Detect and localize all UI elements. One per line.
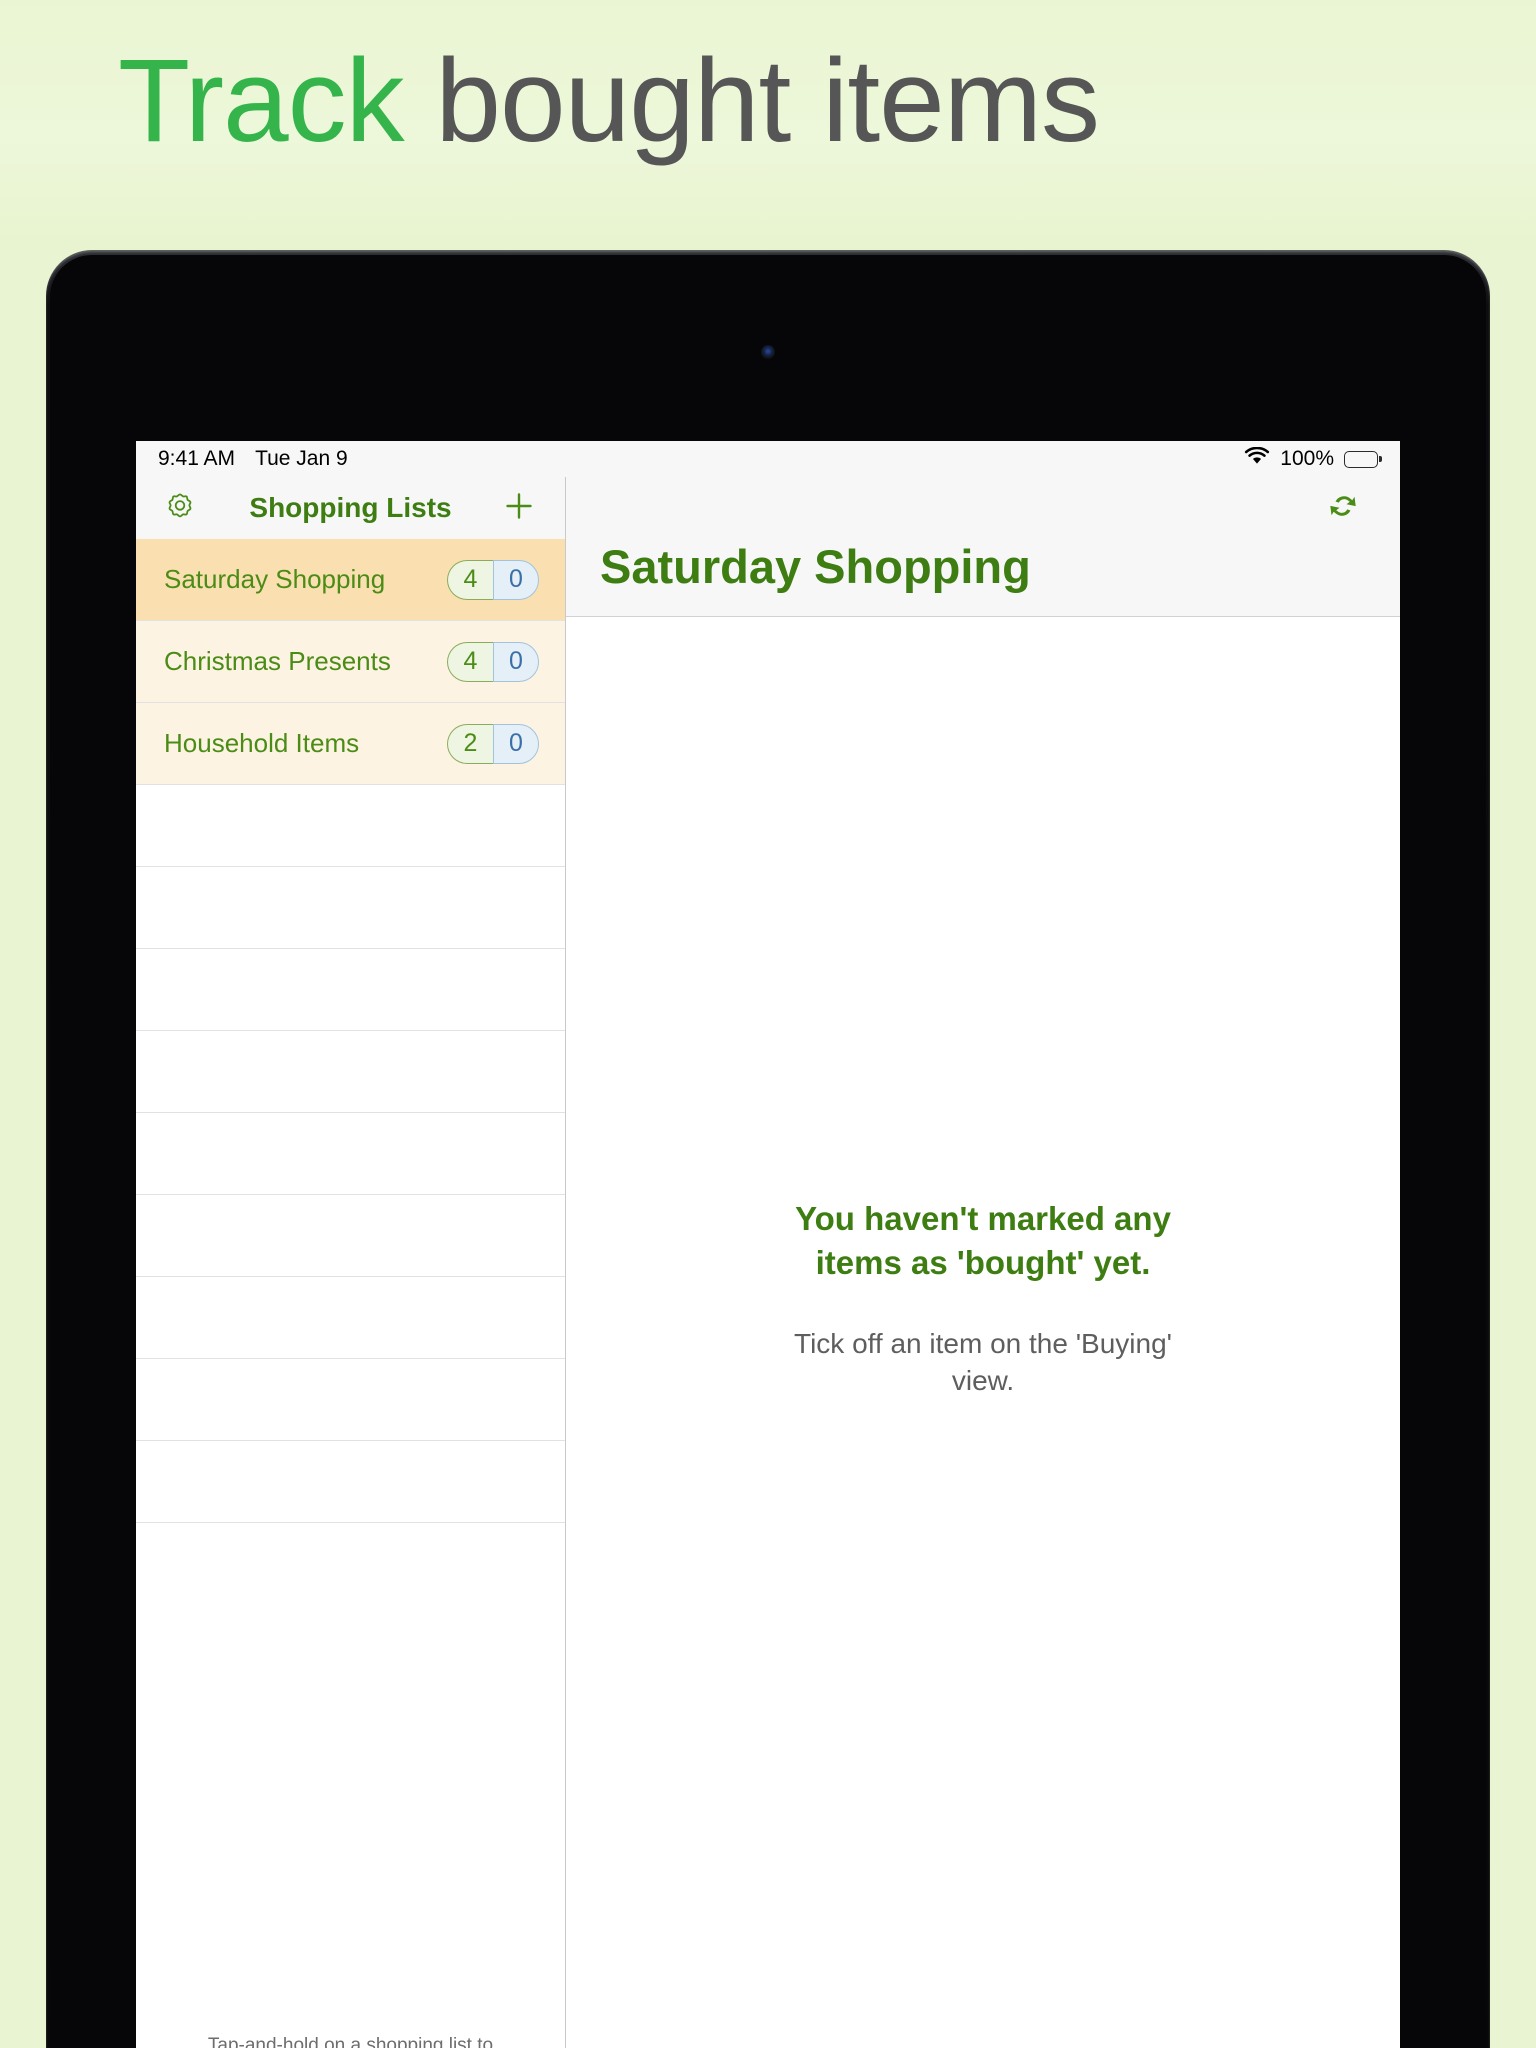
bought-count: 0 <box>493 641 539 682</box>
battery-percent-label: 100% <box>1280 447 1334 470</box>
status-time: 9:41 AM <box>158 447 236 470</box>
detail-pane: Saturday Shopping You haven't marked any… <box>566 477 1400 2048</box>
detail-navbar <box>566 477 1400 539</box>
status-bar-left: 9:41 AM Tue Jan 9 <box>158 447 348 471</box>
settings-button[interactable] <box>162 490 198 526</box>
promo-headline-accent: Track <box>118 35 405 167</box>
item-count-badge: 40 <box>447 641 539 682</box>
bought-count: 0 <box>493 559 539 600</box>
shopping-list-name: Christmas Presents <box>164 646 391 676</box>
plus-icon <box>502 489 536 528</box>
promo-headline: Track bought items <box>118 28 1100 176</box>
empty-list-row <box>136 1195 565 1277</box>
shopping-list-name: Saturday Shopping <box>164 564 386 594</box>
empty-state-title: You haven't marked any items as 'bought'… <box>795 1200 1171 1281</box>
empty-list-row <box>136 1359 565 1441</box>
tablet-device: 9:41 AM Tue Jan 9 100% Shopping Lists Sa… <box>46 250 1490 2048</box>
empty-list-row <box>136 949 565 1031</box>
empty-list-row <box>136 1031 565 1113</box>
promo-banner: Track bought items <box>0 0 1536 250</box>
sync-icon <box>1323 486 1363 531</box>
empty-state-subtitle: Tick off an item on the 'Buying' view. <box>794 1328 1172 1397</box>
sidebar-navbar: Shopping Lists <box>136 477 565 539</box>
split-view: Shopping Lists Saturday Shopping 4 0 Christ… <box>136 477 1400 2048</box>
tablet-bezel: 9:41 AM Tue Jan 9 100% Shopping Lists Sa… <box>50 255 1486 2048</box>
promo-headline-rest: bought items <box>403 35 1100 167</box>
empty-list-row <box>136 1441 565 1523</box>
to-buy-count: 4 <box>447 559 493 600</box>
shopping-list-row[interactable]: Christmas Presents 4 0 <box>136 621 565 703</box>
detail-empty-state: You haven't marked any items as 'bought'… <box>566 617 1400 2048</box>
empty-list-row <box>136 1113 565 1195</box>
empty-list-row <box>136 1277 565 1359</box>
sidebar: Shopping Lists Saturday Shopping 4 0 Christ… <box>136 477 566 2048</box>
gear-icon <box>164 490 196 527</box>
item-count-badge: 20 <box>447 723 539 764</box>
detail-header: Saturday Shopping <box>566 539 1400 617</box>
app-screen: 9:41 AM Tue Jan 9 100% Shopping Lists Sa… <box>136 441 1400 2048</box>
empty-list-row <box>136 867 565 949</box>
wifi-icon <box>1244 446 1270 472</box>
status-bar: 9:41 AM Tue Jan 9 100% <box>136 441 1400 477</box>
to-buy-count: 2 <box>447 723 493 764</box>
sync-button[interactable] <box>1320 485 1366 531</box>
status-date: Tue Jan 9 <box>255 447 348 470</box>
bought-count: 0 <box>493 723 539 764</box>
add-list-button[interactable] <box>499 488 539 528</box>
detail-title: Saturday Shopping <box>600 540 1031 593</box>
status-bar-right: 100% <box>1244 446 1378 472</box>
sidebar-footer-hint: Tap-and-hold on a shopping list to chang… <box>136 2014 565 2048</box>
shopping-lists-container[interactable]: Saturday Shopping 4 0 Christmas Presents 4 0 H… <box>136 539 565 2015</box>
battery-full-icon <box>1344 450 1378 468</box>
shopping-list-name: Household Items <box>164 728 360 758</box>
shopping-list-row[interactable]: Household Items 2 0 <box>136 703 565 785</box>
empty-list-row <box>136 785 565 867</box>
to-buy-count: 4 <box>447 641 493 682</box>
front-camera-icon <box>761 345 775 359</box>
shopping-list-row[interactable]: Saturday Shopping 4 0 <box>136 539 565 621</box>
item-count-badge: 40 <box>447 559 539 600</box>
